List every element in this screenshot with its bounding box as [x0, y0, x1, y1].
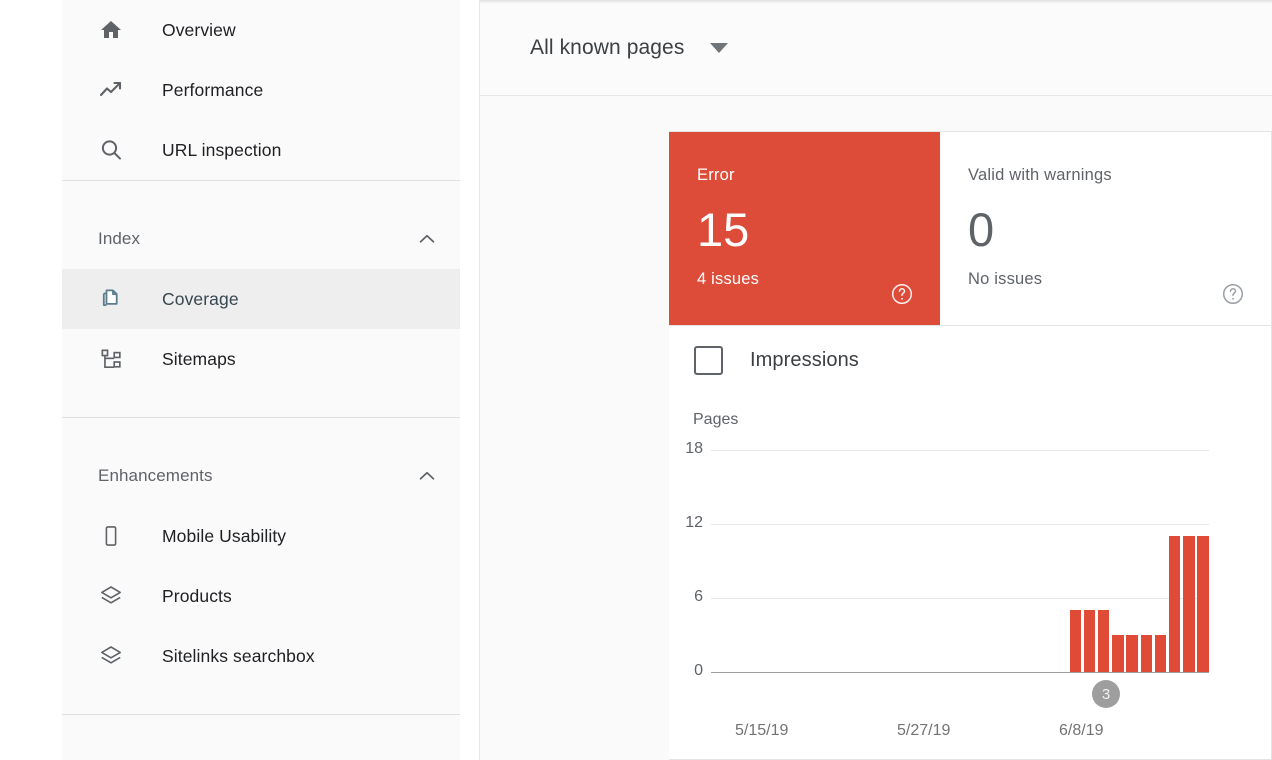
sidebar-item-coverage[interactable]: Coverage — [62, 269, 460, 329]
chart-x-tick-label: 5/27/19 — [897, 722, 951, 739]
sidebar-navigation: Overview Performance URL inspection Inde… — [62, 0, 460, 760]
layers-icon — [98, 583, 124, 609]
sidebar-item-products[interactable]: Products — [62, 566, 460, 626]
sidebar-item-performance[interactable]: Performance — [62, 60, 460, 120]
sidebar-item-sitelinks-searchbox[interactable]: Sitelinks searchbox — [62, 626, 460, 686]
chart-count-badge[interactable]: 3 — [1092, 680, 1120, 708]
main-content: All known pages Error 15 4 issues Valid … — [480, 0, 1272, 760]
trending-up-icon — [98, 77, 124, 103]
sidebar-section-label: Enhancements — [98, 466, 213, 485]
sidebar-section-enhancements[interactable]: Enhancements — [62, 446, 460, 506]
home-icon — [98, 17, 124, 43]
sidebar-section-security[interactable]: Security & Manual Actions — [62, 743, 460, 760]
sitemap-icon — [98, 346, 124, 372]
status-card-valid-with-warnings[interactable]: Valid with warnings 0 No issues — [940, 132, 1271, 325]
status-card-title: Valid with warnings — [968, 166, 1112, 184]
sidebar-index-group: Index Coverage Sitemaps — [62, 181, 460, 417]
status-card-title: Error — [697, 166, 735, 184]
chart-bar[interactable] — [1140, 635, 1153, 672]
chart-bar[interactable] — [1168, 536, 1181, 672]
chart-bar[interactable] — [1069, 610, 1082, 672]
coverage-bar-chart: Pages 0 6 12 18 5/15/19 5/27/19 6/8/19 3 — [669, 326, 1272, 760]
content-topbar: All known pages — [480, 0, 1272, 96]
chart-bar[interactable] — [1126, 635, 1138, 672]
chevron-up-icon[interactable] — [416, 465, 438, 487]
chart-bar[interactable] — [1112, 635, 1124, 672]
sidebar-item-label: Sitelinks searchbox — [162, 645, 315, 666]
topbar-shadow — [480, 0, 1272, 4]
sidebar-item-label: Mobile Usability — [162, 525, 287, 546]
chart-x-tick-label: 6/8/19 — [1059, 722, 1104, 739]
sidebar-item-label: Sitemaps — [162, 348, 236, 369]
page-scope-dropdown[interactable]: All known pages — [530, 35, 729, 60]
chevron-up-icon[interactable] — [416, 228, 438, 250]
sidebar-security-group: Security & Manual Actions — [62, 715, 460, 760]
sidebar-item-label: Products — [162, 585, 232, 606]
sidebar-item-label: Coverage — [162, 288, 239, 309]
status-card-error[interactable]: Error 15 4 issues — [669, 132, 940, 325]
chart-bar[interactable] — [1197, 536, 1209, 672]
sidebar-item-mobile-usability[interactable]: Mobile Usability — [62, 506, 460, 566]
search-icon — [98, 137, 124, 163]
chart-bar[interactable] — [1154, 635, 1167, 672]
sidebar-item-overview[interactable]: Overview — [62, 0, 460, 60]
help-circle-icon[interactable] — [890, 282, 914, 306]
sidebar-item-url-inspection[interactable]: URL inspection — [62, 120, 460, 180]
status-card-row: Error 15 4 issues Valid with warnings 0 … — [669, 131, 1272, 326]
mobile-phone-icon — [98, 523, 124, 549]
chart-bar[interactable] — [1097, 610, 1110, 672]
sidebar-section-label: Index — [98, 229, 141, 248]
sidebar-scrollbar-track[interactable] — [460, 0, 935, 760]
search-console-page: Overview Performance URL inspection Inde… — [0, 0, 1272, 760]
chart-bars — [669, 326, 1272, 760]
sidebar-primary-group: Overview Performance URL inspection — [62, 0, 460, 180]
sidebar-item-label: Overview — [162, 19, 236, 40]
chart-bar[interactable] — [1183, 536, 1195, 672]
sidebar-enhancements-group: Enhancements Mobile Usability Products S… — [62, 418, 460, 714]
caret-down-icon — [710, 42, 729, 53]
chart-bar[interactable] — [1083, 610, 1096, 672]
sidebar-item-label: URL inspection — [162, 139, 282, 160]
sidebar-section-index[interactable]: Index — [62, 209, 460, 269]
status-card-value: 0 — [968, 203, 995, 256]
copy-pages-icon — [98, 286, 124, 312]
chart-x-tick-label: 5/15/19 — [735, 722, 789, 739]
layers-icon — [98, 643, 124, 669]
sidebar-item-sitemaps[interactable]: Sitemaps — [62, 329, 460, 389]
help-circle-icon[interactable] — [1221, 282, 1245, 306]
sidebar-item-label: Performance — [162, 79, 264, 100]
status-card-value: 15 — [697, 203, 750, 256]
chart-panel: Impressions Pages 0 6 12 18 5/15/19 5/27/19 6… — [669, 326, 1272, 760]
page-scope-value: All known pages — [530, 35, 685, 59]
